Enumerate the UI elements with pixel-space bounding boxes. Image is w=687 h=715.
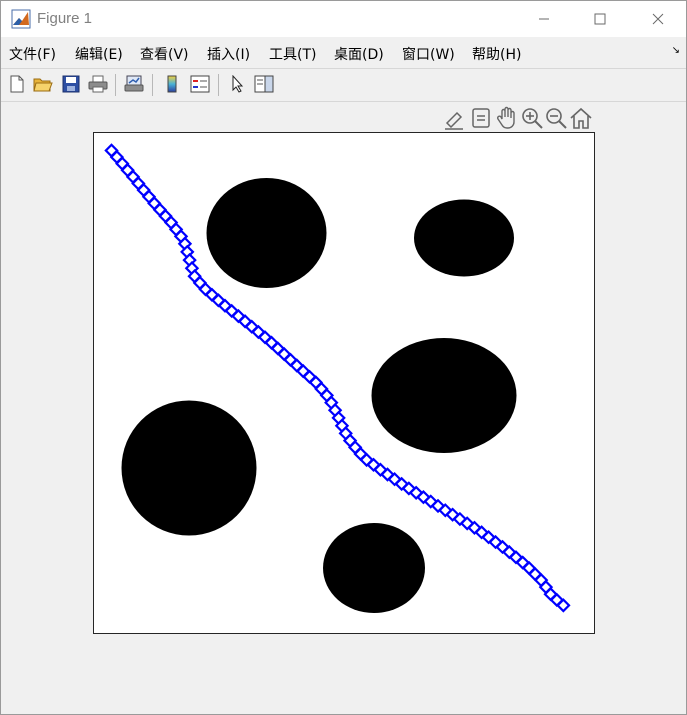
figure-window: Figure 1 文件(F) 编辑(E) 查看(V) 插入(I) 工具(T) 桌… bbox=[0, 0, 687, 715]
obstacle-circle bbox=[371, 338, 517, 453]
axes-toolbar bbox=[443, 105, 598, 133]
menu-file[interactable]: 文件(F) bbox=[9, 44, 56, 64]
brush-icon bbox=[445, 111, 463, 130]
zoom-in-button[interactable] bbox=[520, 105, 544, 131]
menu-view[interactable]: 查看(V) bbox=[140, 44, 189, 64]
save-button[interactable] bbox=[60, 73, 82, 95]
save-icon bbox=[62, 75, 80, 93]
print-icon bbox=[88, 75, 108, 93]
obstacle-circle bbox=[121, 400, 257, 536]
toolbar-separator bbox=[218, 74, 219, 96]
obstacle-circle bbox=[206, 178, 327, 288]
menu-desktop[interactable]: 桌面(D) bbox=[334, 44, 384, 64]
edit-plot-arrow-icon bbox=[232, 75, 244, 93]
menu-edit[interactable]: 编辑(E) bbox=[75, 44, 123, 64]
figure-toolbar bbox=[1, 68, 686, 102]
maximize-button[interactable] bbox=[572, 1, 628, 37]
obstacle-circle bbox=[414, 199, 514, 277]
data-tips-icon bbox=[472, 108, 490, 128]
menu-insert[interactable]: 插入(I) bbox=[207, 44, 250, 64]
property-inspector-button[interactable] bbox=[253, 73, 275, 95]
toolbar-separator bbox=[152, 74, 153, 96]
legend-icon bbox=[190, 75, 210, 93]
print-button[interactable] bbox=[87, 73, 109, 95]
zoom-in-icon bbox=[522, 108, 543, 129]
open-file-icon bbox=[33, 78, 53, 92]
matlab-logo-icon bbox=[11, 9, 31, 29]
menu-help[interactable]: 帮助(H) bbox=[472, 44, 521, 64]
link-plot-button[interactable] bbox=[123, 73, 145, 95]
title-bar[interactable]: Figure 1 bbox=[1, 1, 686, 37]
maximize-icon bbox=[594, 13, 606, 25]
close-icon bbox=[652, 13, 664, 25]
zoom-out-icon bbox=[546, 108, 567, 129]
toolbar-separator bbox=[115, 74, 116, 96]
restore-view-home-icon bbox=[570, 107, 592, 129]
axes-plot-area[interactable] bbox=[93, 132, 595, 634]
zoom-out-button[interactable] bbox=[544, 105, 568, 131]
window-title: Figure 1 bbox=[37, 10, 93, 27]
property-inspector-icon bbox=[254, 75, 274, 93]
open-file-button[interactable] bbox=[32, 73, 54, 95]
colorbar-icon bbox=[167, 75, 177, 93]
restore-view-button[interactable] bbox=[569, 105, 593, 131]
new-figure-button[interactable] bbox=[6, 73, 28, 95]
menu-tools[interactable]: 工具(T) bbox=[269, 44, 316, 64]
brush-button[interactable] bbox=[443, 105, 467, 131]
colorbar-button[interactable] bbox=[161, 73, 183, 95]
obstacle-circle bbox=[323, 523, 425, 613]
menu-window[interactable]: 窗口(W) bbox=[402, 44, 455, 64]
new-figure-icon bbox=[10, 75, 24, 93]
pan-hand-icon bbox=[497, 106, 515, 129]
pan-button[interactable] bbox=[495, 105, 519, 131]
close-button[interactable] bbox=[630, 1, 686, 37]
edit-plot-button[interactable] bbox=[227, 73, 249, 95]
minimize-icon bbox=[539, 18, 549, 20]
plot-canvas bbox=[104, 143, 571, 613]
data-tips-button[interactable] bbox=[469, 105, 493, 131]
dock-arrow-icon[interactable]: ↘ bbox=[672, 45, 680, 56]
minimize-button[interactable] bbox=[516, 1, 572, 37]
legend-button[interactable] bbox=[189, 73, 211, 95]
link-plot-icon bbox=[124, 75, 144, 92]
menu-bar: 文件(F) 编辑(E) 查看(V) 插入(I) 工具(T) 桌面(D) 窗口(W… bbox=[1, 39, 686, 65]
